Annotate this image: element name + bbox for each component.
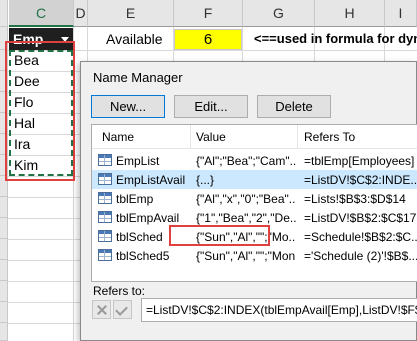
confirm-edit-icon[interactable] xyxy=(113,300,132,319)
column-header-h[interactable]: H xyxy=(315,0,385,27)
row-refers: =Lists!$B$3:$D$14 xyxy=(304,192,406,206)
row-value: {"Al";"Bea";"Cam"... xyxy=(196,154,296,168)
column-header-f[interactable]: F xyxy=(174,0,243,27)
row-header[interactable] xyxy=(0,260,8,281)
row-value: {"Al","x","0";"Bea"... xyxy=(196,192,296,206)
note-text: <==used in formula for dyna xyxy=(254,31,417,46)
row-value: {"1","Bea","2","De... xyxy=(196,211,296,225)
list-row[interactable]: EmpList {"Al";"Bea";"Cam"... =tblEmp[Emp… xyxy=(92,151,417,170)
row-header[interactable] xyxy=(0,323,8,341)
select-all-corner[interactable] xyxy=(0,0,8,27)
column-divider[interactable] xyxy=(297,125,298,149)
row-name: EmpList xyxy=(116,154,160,168)
row-refers: =ListDV!$B$2:$C$17 xyxy=(304,211,417,225)
column-header-g[interactable]: G xyxy=(243,0,315,27)
available-value-cell[interactable]: 6 xyxy=(174,29,242,50)
row-header[interactable] xyxy=(0,281,8,302)
highlight-box xyxy=(169,225,270,246)
column-header-i[interactable]: I xyxy=(385,0,417,27)
names-list[interactable]: Name Value Refers To EmpList {"Al";"Bea"… xyxy=(91,124,417,282)
row-header[interactable] xyxy=(0,197,8,218)
name-manager-dialog: Name Manager New... Edit... Delete Name … xyxy=(80,61,417,341)
row-refers: =tblEmp[Employees] xyxy=(304,154,415,168)
column-value[interactable]: Value xyxy=(196,130,226,144)
refers-to-label: Refers to: xyxy=(93,284,146,298)
row-value: {"Sun","Al","";"Mon... xyxy=(196,249,296,263)
column-refers-to[interactable]: Refers To xyxy=(304,130,355,144)
highlight-box xyxy=(5,41,75,181)
table-icon xyxy=(98,230,112,242)
available-label: Available xyxy=(106,31,163,47)
column-header-e[interactable]: E xyxy=(88,0,174,27)
row-refers: ='Schedule (2)'!$B$... xyxy=(304,249,417,263)
table-icon xyxy=(98,192,112,204)
row-refers: =Schedule!$B$2:$C... xyxy=(304,230,417,244)
refers-to-input[interactable]: =ListDV!$C$2:INDEX(tblEmpAvail[Emp],List… xyxy=(141,298,417,322)
row-header[interactable] xyxy=(0,218,8,239)
named-range-icon xyxy=(98,173,112,185)
row-header[interactable] xyxy=(0,302,8,323)
row-value: {...} xyxy=(196,173,215,187)
cancel-edit-icon[interactable] xyxy=(92,300,111,319)
dialog-title: Name Manager xyxy=(93,70,183,85)
list-row[interactable]: tblEmp {"Al","x","0";"Bea"... =Lists!$B$… xyxy=(92,189,417,208)
column-name[interactable]: Name xyxy=(102,130,134,144)
list-row-selected[interactable]: EmpListAvail {...} =ListDV!$C$2:INDE... xyxy=(92,170,417,189)
table-icon xyxy=(98,211,112,223)
new-button[interactable]: New... xyxy=(91,95,165,118)
delete-button[interactable]: Delete xyxy=(257,95,331,118)
list-row[interactable]: tblSched5 {"Sun","Al","";"Mon... ='Sched… xyxy=(92,246,417,265)
row-name: tblEmp xyxy=(116,192,154,206)
edit-button[interactable]: Edit... xyxy=(174,95,248,118)
column-divider[interactable] xyxy=(190,125,191,149)
row-refers: =ListDV!$C$2:INDE... xyxy=(304,173,417,187)
column-header-d[interactable]: D xyxy=(74,0,88,27)
table-icon xyxy=(98,249,112,261)
row-header[interactable] xyxy=(0,239,8,260)
list-header: Name Value Refers To xyxy=(92,125,417,149)
column-header-c[interactable]: C xyxy=(9,0,74,27)
row-name: tblSched5 xyxy=(116,249,170,263)
row-name: EmpListAvail xyxy=(116,173,186,187)
row-name: tblEmpAvail xyxy=(116,211,180,225)
named-range-icon xyxy=(98,154,112,166)
